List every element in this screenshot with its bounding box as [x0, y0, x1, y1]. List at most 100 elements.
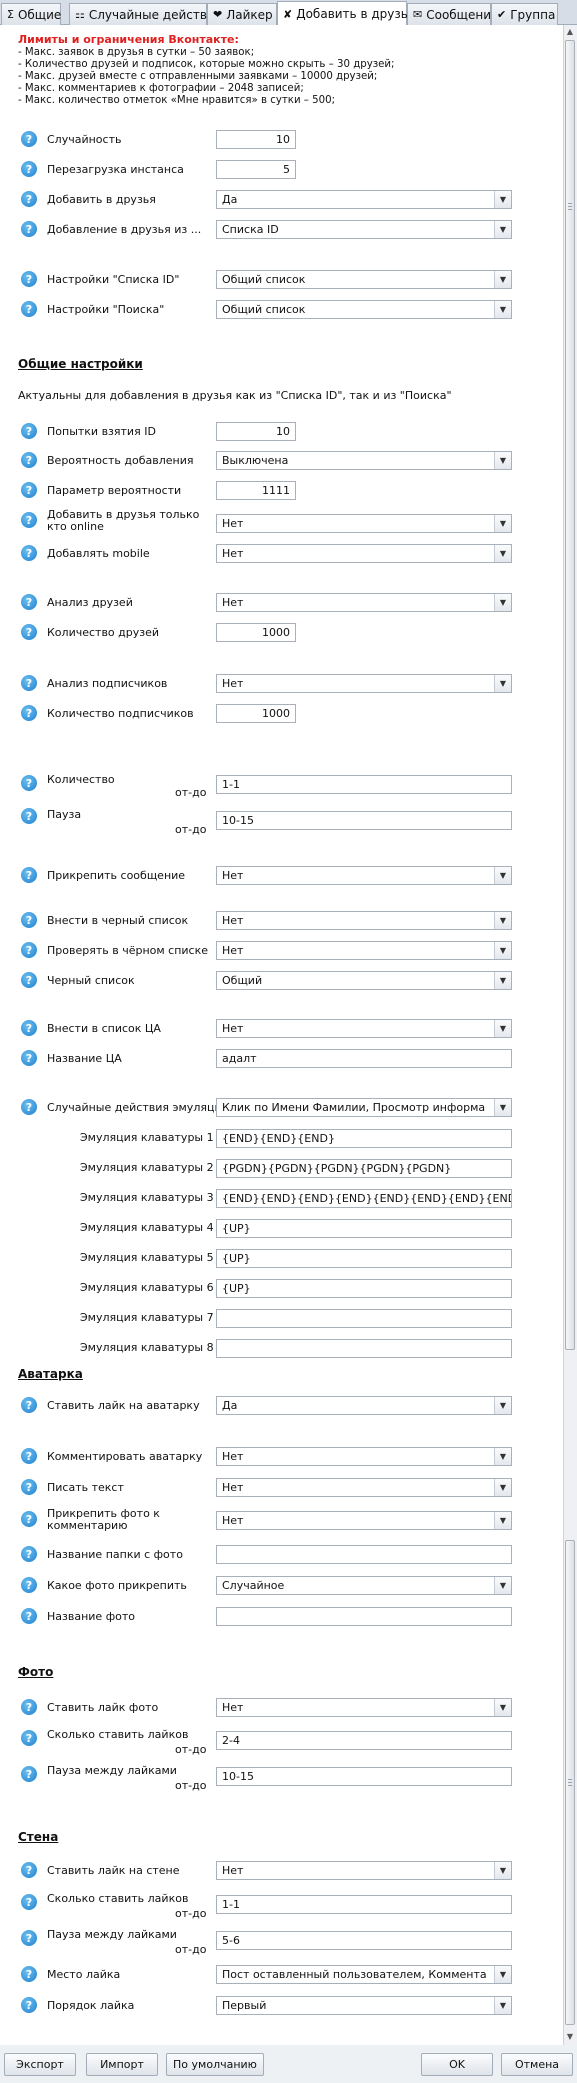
- chevron-down-icon[interactable]: ▼: [494, 867, 511, 884]
- chevron-down-icon[interactable]: ▼: [494, 1997, 511, 2014]
- help-icon[interactable]: ?: [21, 1050, 37, 1066]
- help-icon[interactable]: ?: [21, 675, 37, 691]
- photo-likes-pause-input[interactable]: 10-15: [216, 1767, 512, 1786]
- chevron-down-icon[interactable]: ▼: [494, 1699, 511, 1716]
- help-icon[interactable]: ?: [21, 221, 37, 237]
- kbd-emulation-input[interactable]: {END}{END}{END}: [216, 1129, 512, 1148]
- photo-likes-count-input[interactable]: 2-4: [216, 1731, 512, 1750]
- chevron-down-icon[interactable]: ▼: [494, 1020, 511, 1037]
- help-icon[interactable]: ?: [21, 1730, 37, 1746]
- chevron-down-icon[interactable]: ▼: [494, 271, 511, 288]
- tab-group[interactable]: ✔ Группа: [491, 3, 558, 25]
- chevron-down-icon[interactable]: ▼: [494, 912, 511, 929]
- help-icon[interactable]: ?: [21, 942, 37, 958]
- blacklist-check-select[interactable]: Нет ▼: [216, 941, 512, 960]
- help-icon[interactable]: ?: [21, 1766, 37, 1782]
- kbd-emulation-input[interactable]: [216, 1339, 512, 1358]
- which-photo-select[interactable]: Случайное ▼: [216, 1576, 512, 1595]
- help-icon[interactable]: ?: [21, 912, 37, 928]
- chevron-down-icon[interactable]: ▼: [494, 942, 511, 959]
- search-settings-select[interactable]: Общий список ▼: [216, 300, 512, 319]
- chevron-down-icon[interactable]: ▼: [494, 301, 511, 318]
- attach-message-select[interactable]: Нет ▼: [216, 866, 512, 885]
- help-icon[interactable]: ?: [21, 423, 37, 439]
- wall-likes-count-input[interactable]: 1-1: [216, 1895, 512, 1914]
- add-probability-select[interactable]: Выключена ▼: [216, 451, 512, 470]
- chevron-down-icon[interactable]: ▼: [494, 1862, 511, 1879]
- help-icon[interactable]: ?: [21, 1099, 37, 1115]
- scroll-down-icon[interactable]: ▼: [563, 2030, 577, 2043]
- tab-random-actions[interactable]: ⚏ Случайные действия: [69, 3, 222, 25]
- help-icon[interactable]: ?: [21, 1020, 37, 1036]
- help-icon[interactable]: ?: [21, 1608, 37, 1624]
- help-icon[interactable]: ?: [21, 624, 37, 640]
- chevron-down-icon[interactable]: ▼: [494, 515, 511, 532]
- id-attempts-input[interactable]: 10: [216, 422, 296, 441]
- help-icon[interactable]: ?: [21, 131, 37, 147]
- ta-add-select[interactable]: Нет ▼: [216, 1019, 512, 1038]
- attach-photo-select[interactable]: Нет ▼: [216, 1511, 512, 1530]
- like-avatar-select[interactable]: Да ▼: [216, 1396, 512, 1415]
- help-icon[interactable]: ?: [21, 972, 37, 988]
- chevron-down-icon[interactable]: ▼: [494, 221, 511, 238]
- help-icon[interactable]: ?: [21, 775, 37, 791]
- help-icon[interactable]: ?: [21, 1546, 37, 1562]
- kbd-emulation-input[interactable]: {UP}: [216, 1249, 512, 1268]
- tab-add-friends[interactable]: ✘ Добавить в друзья: [277, 1, 415, 26]
- export-button[interactable]: Экспорт: [4, 2053, 76, 2076]
- chevron-down-icon[interactable]: ▼: [494, 594, 511, 611]
- chevron-down-icon[interactable]: ▼: [494, 452, 511, 469]
- kbd-emulation-input[interactable]: {PGDN}{PGDN}{PGDN}{PGDN}{PGDN}: [216, 1159, 512, 1178]
- tab-liker[interactable]: ❤ Лайкер: [207, 3, 277, 25]
- scrollbar-thumb[interactable]: [565, 1540, 575, 2025]
- ta-name-input[interactable]: адалт: [216, 1049, 512, 1068]
- subscribers-analysis-select[interactable]: Нет ▼: [216, 674, 512, 693]
- help-icon[interactable]: ?: [21, 1699, 37, 1715]
- chevron-down-icon[interactable]: ▼: [494, 675, 511, 692]
- chevron-down-icon[interactable]: ▼: [494, 545, 511, 562]
- like-order-select[interactable]: Первый ▼: [216, 1996, 512, 2015]
- help-icon[interactable]: ?: [21, 301, 37, 317]
- kbd-emulation-input[interactable]: {UP}: [216, 1279, 512, 1298]
- randomness-input[interactable]: 10: [216, 130, 296, 149]
- help-icon[interactable]: ?: [21, 808, 37, 824]
- help-icon[interactable]: ?: [21, 452, 37, 468]
- cancel-button[interactable]: Отмена: [501, 2053, 573, 2076]
- help-icon[interactable]: ?: [21, 545, 37, 561]
- photo-name-input[interactable]: [216, 1607, 512, 1626]
- blacklist-add-select[interactable]: Нет ▼: [216, 911, 512, 930]
- chevron-down-icon[interactable]: ▼: [494, 1577, 511, 1594]
- like-photo-select[interactable]: Нет ▼: [216, 1698, 512, 1717]
- chevron-down-icon[interactable]: ▼: [494, 1479, 511, 1496]
- help-icon[interactable]: ?: [21, 512, 37, 528]
- only-online-select[interactable]: Нет ▼: [216, 514, 512, 533]
- ok-button[interactable]: OK: [421, 2053, 493, 2076]
- chevron-down-icon[interactable]: ▼: [494, 1448, 511, 1465]
- add-friends-select[interactable]: Да ▼: [216, 190, 512, 209]
- chevron-down-icon[interactable]: ▼: [494, 191, 511, 208]
- help-icon[interactable]: ?: [21, 1930, 37, 1946]
- scrollbar-thumb[interactable]: [565, 40, 575, 1350]
- help-icon[interactable]: ?: [21, 705, 37, 721]
- probability-param-input[interactable]: 1111: [216, 481, 296, 500]
- help-icon[interactable]: ?: [21, 1894, 37, 1910]
- chevron-down-icon[interactable]: ▼: [494, 1512, 511, 1529]
- friends-count-input[interactable]: 1000: [216, 623, 296, 642]
- import-button[interactable]: Импорт: [86, 2053, 158, 2076]
- help-icon[interactable]: ?: [21, 867, 37, 883]
- emulation-actions-select[interactable]: Клик по Имени Фамилии, Просмотр информац…: [216, 1098, 512, 1117]
- like-wall-select[interactable]: Нет ▼: [216, 1861, 512, 1880]
- pause-input[interactable]: 10-15: [216, 811, 512, 830]
- help-icon[interactable]: ?: [21, 1862, 37, 1878]
- help-icon[interactable]: ?: [21, 594, 37, 610]
- add-mobile-select[interactable]: Нет ▼: [216, 544, 512, 563]
- scroll-up-icon[interactable]: ▲: [563, 25, 577, 38]
- photo-folder-input[interactable]: [216, 1545, 512, 1564]
- kbd-emulation-input[interactable]: [216, 1309, 512, 1328]
- help-icon[interactable]: ?: [21, 1397, 37, 1413]
- help-icon[interactable]: ?: [21, 482, 37, 498]
- reload-instance-input[interactable]: 5: [216, 160, 296, 179]
- chevron-down-icon[interactable]: ▼: [494, 1397, 511, 1414]
- subscribers-count-input[interactable]: 1000: [216, 704, 296, 723]
- default-button[interactable]: По умолчанию: [166, 2053, 264, 2076]
